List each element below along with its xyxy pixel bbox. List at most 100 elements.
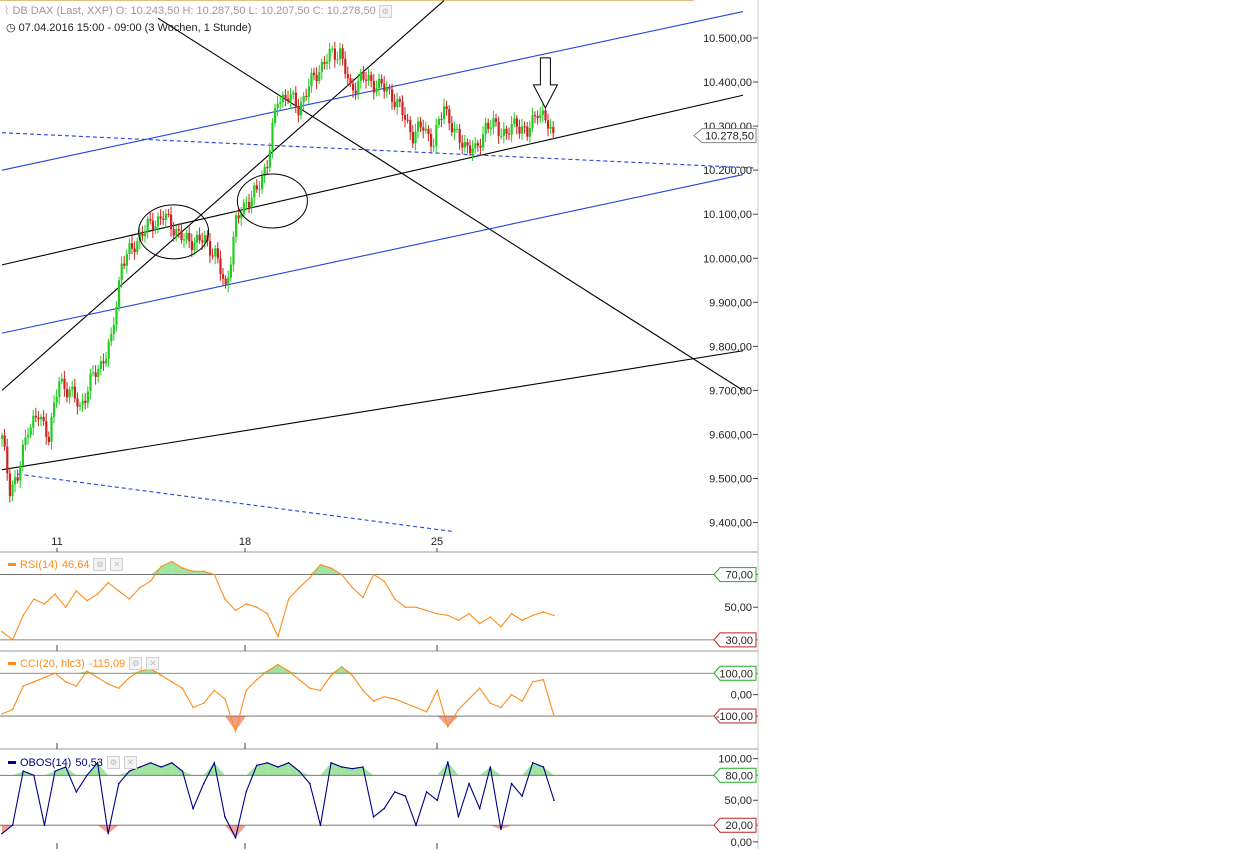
- y-tick-label: 9.500,00: [709, 474, 752, 486]
- indicator-point: [245, 603, 247, 605]
- y-tick-label: 9.900,00: [709, 297, 752, 309]
- candle-body: [40, 416, 43, 420]
- candle-body: [404, 114, 407, 120]
- y-tick-label: 10.400,00: [703, 77, 752, 89]
- candle-body: [227, 277, 230, 285]
- candle-body: [125, 254, 128, 266]
- indicator-point: [64, 606, 67, 609]
- candle-body: [47, 436, 50, 443]
- indicator-point: [202, 570, 205, 573]
- indicator-point: [11, 824, 14, 827]
- indicator-point: [287, 670, 290, 672]
- indicator-point: [309, 577, 311, 579]
- candle-body: [328, 48, 331, 62]
- indicator-point: [1, 713, 3, 715]
- candle-body: [274, 108, 277, 123]
- candle-body: [81, 400, 84, 405]
- candle-body: [401, 101, 404, 115]
- indicator-point: [478, 807, 481, 810]
- indicator-point: [478, 687, 481, 690]
- settings-icon[interactable]: ⚙: [378, 5, 392, 18]
- indicator-point: [224, 816, 226, 818]
- candle-body: [461, 142, 464, 148]
- indicator-point: [96, 676, 99, 679]
- indicator-point: [447, 761, 449, 763]
- candle-body: [37, 417, 40, 420]
- indicator-point: [372, 700, 375, 702]
- close-icon[interactable]: ✕: [146, 657, 160, 670]
- candle-body: [294, 92, 297, 107]
- indicator-point: [11, 639, 14, 641]
- settings-icon[interactable]: ⚙: [93, 558, 107, 571]
- candles-group: [1, 41, 555, 503]
- indicator-point: [128, 770, 131, 772]
- indicator-point: [531, 614, 534, 617]
- candle-body: [235, 215, 238, 237]
- candle-body: [432, 146, 435, 148]
- indicator-point: [86, 599, 88, 602]
- indicator-point: [181, 687, 184, 690]
- candle-body: [167, 213, 170, 215]
- candle-body: [222, 274, 225, 279]
- level-label: 70,00: [725, 570, 753, 582]
- indicator-point: [255, 606, 258, 609]
- trend-line-black-rising-mid: [1, 94, 744, 266]
- indicator-point: [22, 614, 25, 617]
- indicator-point: [553, 715, 555, 717]
- candle-body: [271, 122, 274, 151]
- y-tick-label: 9.600,00: [709, 429, 752, 441]
- indicator-axis-label: 0,00: [731, 690, 752, 702]
- indicator-point: [255, 678, 258, 681]
- indicator-point: [75, 590, 78, 592]
- indicator-point: [542, 766, 545, 768]
- candle-body: [354, 90, 357, 94]
- indicator-point: [415, 606, 417, 609]
- close-icon[interactable]: ✕: [123, 756, 137, 769]
- candle-body: [333, 48, 336, 60]
- indicator-point: [117, 590, 120, 592]
- candle-body: [183, 239, 186, 241]
- indicator-point: [351, 586, 354, 589]
- candle-body: [359, 72, 362, 81]
- indicator-point: [330, 762, 332, 764]
- indicator-point: [213, 573, 216, 576]
- indicator-point: [383, 580, 385, 582]
- candle-body: [118, 280, 121, 307]
- candle-body: [141, 233, 144, 237]
- close-icon[interactable]: ✕: [110, 558, 124, 571]
- indicator-point: [1, 832, 3, 835]
- indicator-point: [447, 725, 449, 728]
- candle-body: [133, 248, 136, 253]
- candle-body: [508, 133, 511, 135]
- x-tick-label: 25: [431, 536, 443, 548]
- indicator-point: [436, 689, 439, 692]
- indicator-axis-label: 0,00: [731, 837, 752, 849]
- candle-body: [177, 229, 180, 231]
- ohlc-values: O: 10.243,50 H: 10.287,50 L: 10.207,50 C…: [115, 5, 376, 17]
- candle-body: [430, 133, 433, 147]
- candle-body: [261, 176, 264, 189]
- indicator-point: [75, 791, 78, 793]
- indicator-point: [500, 706, 502, 709]
- candle-body: [378, 78, 381, 89]
- indicator-point: [309, 782, 311, 785]
- obos-legend-swatch: [8, 761, 16, 764]
- settings-icon[interactable]: ⚙: [129, 657, 143, 670]
- indicator-point: [128, 598, 131, 600]
- indicator-point: [362, 766, 364, 768]
- indicator-point: [117, 687, 120, 690]
- candle-body: [497, 121, 500, 137]
- indicator-point: [266, 762, 269, 764]
- candle-body: [162, 218, 165, 220]
- indicator-point: [107, 683, 109, 685]
- indicator-point: [510, 612, 513, 615]
- candle-body: [245, 201, 248, 203]
- settings-icon[interactable]: ⚙: [106, 756, 120, 769]
- indicator-point: [542, 678, 545, 681]
- oversold-fill: [490, 825, 501, 830]
- candle-body: [185, 232, 188, 240]
- candle-body: [500, 136, 503, 138]
- indicator-point: [468, 698, 470, 700]
- indicator-point: [457, 619, 460, 622]
- indicator-point: [351, 767, 354, 770]
